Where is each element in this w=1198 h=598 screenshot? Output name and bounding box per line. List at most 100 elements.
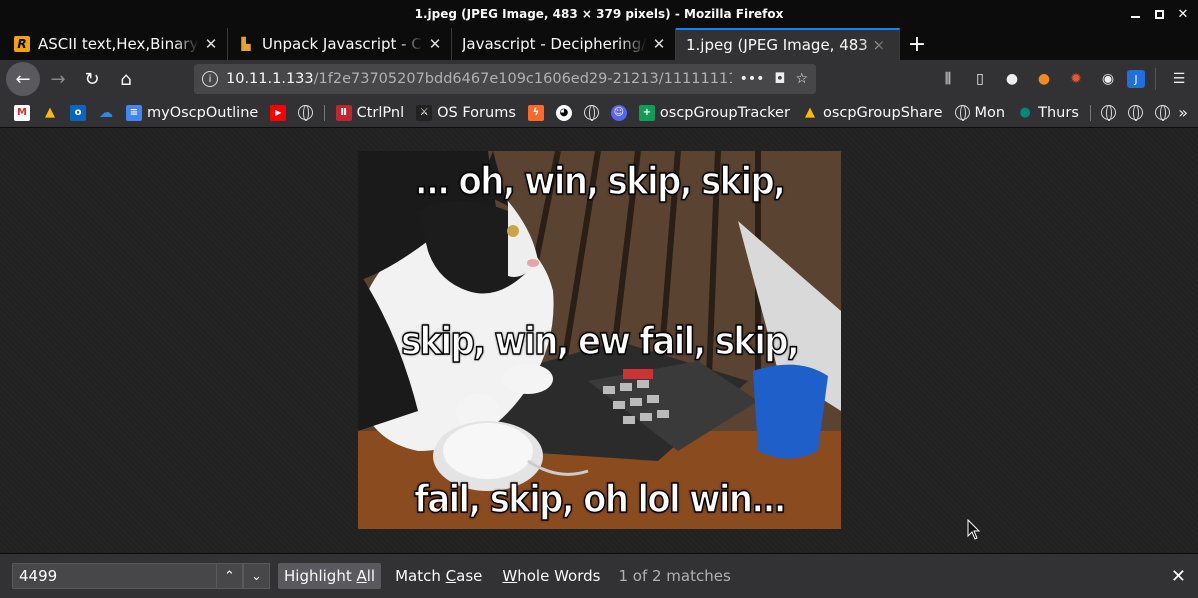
bookmark-globe-4[interactable]	[1124, 103, 1147, 122]
tab-title: ASCII text,Hex,Binary,Decimal	[38, 35, 199, 53]
close-find-bar-icon[interactable]: ✕	[1171, 566, 1186, 587]
drive-icon: ▲	[804, 105, 815, 120]
bookmark-oscpgroupshare[interactable]: ▲ oscpGroupShare	[798, 103, 947, 123]
reload-button[interactable]: ↻	[76, 63, 108, 95]
tab-codepen[interactable]: ▙ Unpack Javascript - CodePen ✕	[228, 28, 452, 60]
url-text[interactable]: 10.11.1.133/1f2e73705207bdd6467e109c1606…	[226, 71, 732, 87]
whole-words-label-rest: hole Words	[517, 567, 601, 585]
find-input[interactable]	[12, 563, 217, 589]
bookmark-label: Thurs	[1038, 104, 1079, 121]
bookmark-ctrlpnl[interactable]: Ⅱ CtrlPnl	[332, 103, 409, 123]
bookmark-onedrive[interactable]: ☁	[94, 103, 118, 123]
more-actions-icon[interactable]: •••	[740, 71, 765, 87]
forward-button[interactable]: →	[42, 63, 74, 95]
library-icon[interactable]: ⫼	[935, 66, 961, 92]
tab-image[interactable]: 1.jpeg (JPEG Image, 483 × 379 pixels)	[676, 28, 900, 60]
mouse-cursor-icon	[967, 519, 981, 540]
window-title: 1.jpeg (JPEG Image, 483 × 379 pixels) - …	[414, 7, 784, 21]
image-viewer: ... oh, win, skip, skip, skip, win, ew f…	[0, 128, 1198, 553]
highlight-all-button[interactable]: Highlight All	[278, 563, 382, 589]
find-next-button[interactable]: ⌄	[243, 563, 270, 589]
bookmark-drive[interactable]: ▲	[38, 103, 62, 123]
docs-icon: ≡	[126, 104, 142, 121]
bookmark-label: myOscpOutline	[147, 104, 259, 121]
zapier-icon: ϟ	[527, 104, 544, 121]
close-window-button[interactable]: ✕	[1178, 7, 1189, 22]
onedrive-icon: ☁	[99, 104, 113, 121]
bookmark-globe-5[interactable]	[1151, 103, 1174, 122]
gmail-icon: M	[14, 104, 30, 121]
url-path: /1f2e73705207bdd6467e109c1606ed29-21213/…	[313, 71, 732, 87]
firefox-window: 1.jpeg (JPEG Image, 483 × 379 pixels) - …	[0, 0, 1198, 598]
bookmark-globe-3[interactable]	[1097, 103, 1120, 122]
tab-title: Unpack Javascript - CodePen	[262, 35, 423, 53]
home-button[interactable]: ⌂	[110, 63, 142, 95]
bookmarks-overflow-icon[interactable]: »	[1178, 103, 1188, 122]
extension-orange-icon[interactable]: ●	[1031, 66, 1057, 92]
page-actions: ••• ◘ ☆	[740, 71, 808, 87]
tab-bar: R ASCII text,Hex,Binary,Decimal ✕ ▙ Unpa…	[0, 28, 1198, 60]
url-bar[interactable]: i 10.11.1.133/1f2e73705207bdd6467e109c16…	[194, 64, 816, 94]
bookmark-outlook[interactable]: o	[66, 103, 90, 123]
url-host: 10.11.1.133	[226, 71, 314, 87]
menu-icon[interactable]: ☰	[1166, 66, 1192, 92]
nav-bar: ← → ↻ ⌂ i 10.11.1.133/1f2e73705207bdd646…	[0, 60, 1198, 98]
tab-close-icon[interactable]: ✕	[651, 35, 667, 53]
back-button[interactable]: ←	[6, 62, 40, 96]
bookmark-youtube[interactable]: ▶	[266, 103, 290, 123]
bookmarks-toolbar: M ▲ o ☁ ≡ myOscpOutline ▶ Ⅱ CtrlPnl ⚔ OS Fo…	[0, 98, 1198, 128]
sidebar-icon[interactable]: ▯	[967, 66, 993, 92]
tab-ascii[interactable]: R ASCII text,Hex,Binary,Decimal ✕	[4, 28, 228, 60]
account-icon[interactable]: ●	[999, 66, 1025, 92]
match-case-label-rest: ase	[456, 567, 483, 585]
bookmark-label: OS Forums	[437, 104, 516, 121]
bookmark-mon[interactable]: Mon	[951, 103, 1010, 123]
bookmark-github[interactable]: ◕	[552, 103, 576, 123]
find-status: 1 of 2 matches	[618, 567, 731, 585]
bookmark-zap[interactable]: ϟ	[524, 103, 548, 123]
foxyproxy-icon[interactable]: ✹	[1063, 66, 1089, 92]
bookmark-osforums[interactable]: ⚔ OS Forums	[412, 103, 520, 123]
find-previous-button[interactable]: ⌃	[216, 563, 243, 589]
bookmark-myoscpoutline[interactable]: ≡ myOscpOutline	[122, 103, 262, 123]
highlight-all-label-rest: ll	[366, 567, 376, 585]
bookmark-globe-2[interactable]	[580, 103, 603, 122]
new-tab-button[interactable]: +	[900, 28, 934, 60]
cookie-icon[interactable]: ◉	[1095, 66, 1121, 92]
bookmark-label: oscpGroupShare	[822, 104, 943, 121]
youtube-icon: ▶	[270, 104, 287, 121]
drive-icon: ▲	[45, 105, 55, 120]
match-case-button[interactable]: Match Case	[389, 563, 488, 589]
github-icon: ◕	[555, 104, 572, 121]
tab-close-icon[interactable]: ✕	[203, 35, 219, 53]
extension-blue-icon[interactable]: J	[1127, 70, 1145, 88]
bookmark-star-icon[interactable]: ☆	[795, 71, 808, 87]
bookmark-thurs[interactable]: ● Thurs	[1013, 103, 1083, 123]
globe-icon	[583, 105, 599, 121]
tab-deobfuscate[interactable]: Javascript - Deciphering/Deobfuscate ✕	[452, 28, 676, 60]
whole-words-button[interactable]: Whole Words	[496, 563, 606, 589]
bookmark-gmail[interactable]: M	[10, 103, 34, 123]
find-nav: ⌃ ⌄	[216, 563, 270, 589]
rapidtables-favicon-icon: R	[14, 36, 30, 52]
maximize-button[interactable]	[1154, 9, 1164, 19]
globe-icon	[1101, 105, 1117, 121]
pocket-icon[interactable]: ◘	[774, 71, 785, 87]
toolbar-divider	[1155, 68, 1156, 90]
minimize-button[interactable]	[1130, 9, 1140, 19]
globe-icon	[298, 105, 314, 121]
cat-meme-image: ... oh, win, skip, skip, skip, win, ew f…	[358, 151, 841, 529]
offsec-icon: ⚔	[416, 104, 433, 121]
match-case-label: Match	[395, 567, 446, 585]
discord-icon: ☺	[610, 104, 627, 121]
bookmark-globe-1[interactable]	[294, 103, 317, 122]
globe-icon	[1155, 105, 1171, 121]
bookmark-discord[interactable]: ☺	[607, 103, 631, 123]
tab-title: 1.jpeg (JPEG Image, 483 × 379 pixels)	[686, 36, 891, 54]
bookmark-oscpgrouptracker[interactable]: + oscpGroupTracker	[635, 103, 794, 123]
info-icon[interactable]: i	[202, 71, 218, 87]
tab-close-icon[interactable]: ✕	[427, 35, 443, 53]
unpack-favicon-icon: ▙	[241, 37, 251, 51]
globe-icon	[1128, 105, 1144, 121]
minimize-icon	[1130, 16, 1140, 18]
